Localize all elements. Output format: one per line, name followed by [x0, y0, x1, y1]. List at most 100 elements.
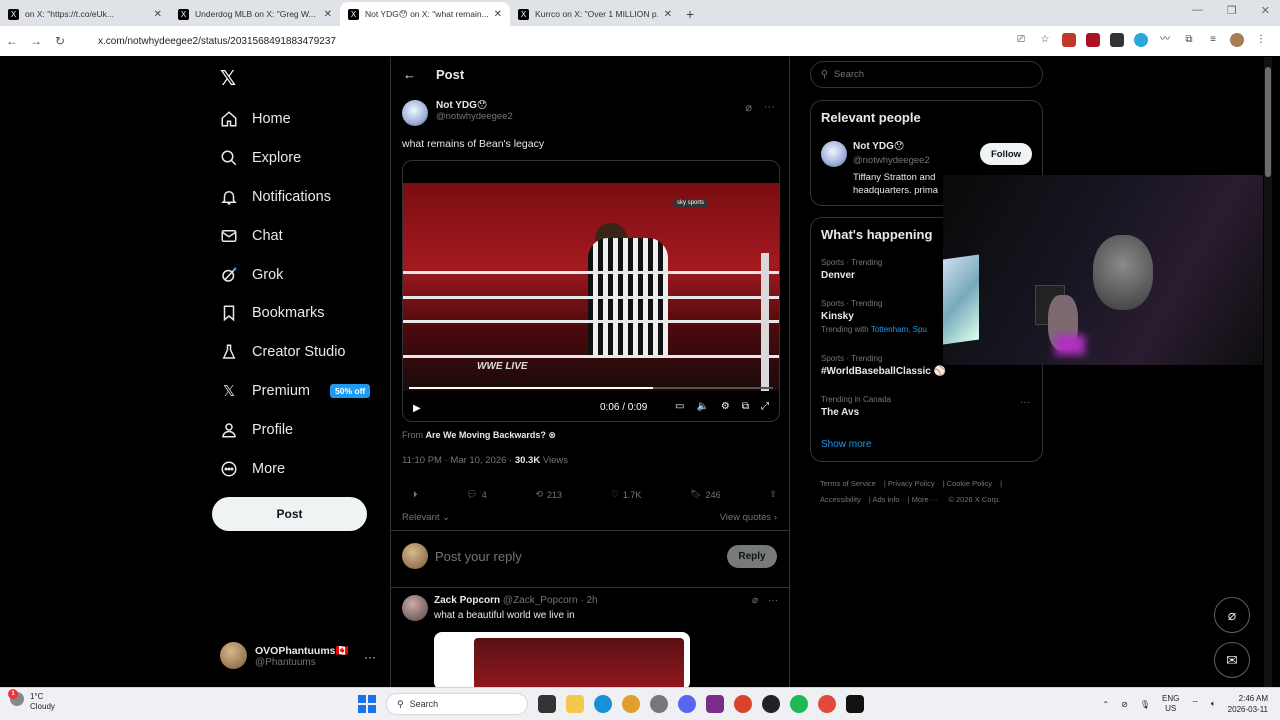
repost-button[interactable]: ⟲ 213	[536, 489, 563, 500]
clock[interactable]: 2:46 AM 2026-03-11	[1228, 693, 1268, 715]
extension-dark-icon[interactable]	[1086, 33, 1100, 47]
extension-wave-icon[interactable]: 〰	[1158, 33, 1172, 47]
video-progress-bar[interactable]	[409, 387, 773, 389]
sidebar-item-premium[interactable]: 𝕏 Premium 50% off	[220, 372, 371, 411]
close-tab-icon[interactable]: ✕	[154, 9, 162, 20]
close-window-icon[interactable]: ✕	[1261, 4, 1270, 17]
new-tab-button[interactable]: +	[686, 2, 694, 26]
taskbar-search[interactable]: ⚲ Search	[386, 693, 528, 715]
video-player[interactable]: WWE LIVE sky sports ▶ 0:06 / 0:09 ▭ 🔈 ⚙ …	[402, 160, 780, 422]
obs-icon[interactable]	[762, 695, 780, 713]
wifi-icon[interactable]: ⌔	[1191, 699, 1199, 709]
play-button[interactable]: ⏵	[413, 489, 418, 500]
author-handle[interactable]: @notwhydeegee2	[436, 111, 513, 122]
sidebar-item-explore[interactable]: Explore	[220, 139, 370, 178]
follow-button[interactable]: Follow	[980, 143, 1032, 165]
task-view-icon[interactable]	[538, 695, 556, 713]
trend-item[interactable]: Trending in Canada The Avs ···	[821, 395, 1036, 418]
app-red-icon[interactable]	[734, 695, 752, 713]
reply-media[interactable]	[434, 632, 690, 690]
account-switcher[interactable]: OVOPhantuums🇨🇦 @Phantuums ···	[220, 642, 380, 669]
more-dots-icon[interactable]: ···	[1020, 397, 1030, 408]
mic-icon[interactable]: 🎙︎	[1140, 700, 1150, 709]
weather-widget[interactable]: 1 1°C Cloudy	[8, 689, 55, 712]
app-gear-icon[interactable]	[622, 695, 640, 713]
sidebar-item-more[interactable]: More	[220, 449, 370, 488]
network-icon[interactable]: ⊘	[1121, 700, 1128, 709]
avatar[interactable]	[402, 595, 428, 621]
x-logo-icon[interactable]: 𝕏	[220, 66, 236, 91]
reply-button[interactable]: 💬︎ 4	[466, 489, 486, 500]
volume-icon[interactable]: 🔈	[696, 401, 708, 412]
restore-icon[interactable]: ❐	[1227, 4, 1237, 17]
sidebar-item-home[interactable]: Home	[220, 100, 370, 139]
file-explorer-icon[interactable]	[566, 695, 584, 713]
reply-input[interactable]: Post your reply	[435, 549, 522, 564]
browser-tab-3-active[interactable]: X Not YDG😯 on X: "what remain... ✕	[340, 2, 510, 26]
chevron-up-icon[interactable]: ⌃	[1102, 700, 1109, 709]
close-tab-icon[interactable]: ✕	[664, 9, 672, 20]
show-more-link[interactable]: Show more	[821, 439, 872, 450]
play-icon[interactable]: ▶	[413, 403, 421, 414]
pip-icon[interactable]: ⧉	[742, 401, 749, 412]
url-field[interactable]: x.com/notwhydeegee2/status/2031568491883…	[78, 31, 1038, 51]
person-name[interactable]: Not YDG😯	[853, 141, 904, 152]
discord-icon[interactable]	[678, 695, 696, 713]
search-input[interactable]: ⚲ Search	[810, 61, 1043, 88]
close-tab-icon[interactable]: ✕	[324, 9, 332, 20]
settings-icon[interactable]: ⚙	[721, 401, 730, 412]
avatar[interactable]	[821, 141, 847, 167]
minimize-icon[interactable]: —	[1192, 4, 1203, 17]
edge-icon[interactable]	[594, 695, 612, 713]
windows-start-icon[interactable]	[358, 695, 376, 713]
extension-box-icon[interactable]	[1110, 33, 1124, 47]
star-icon[interactable]: ☆	[1038, 33, 1052, 47]
language-indicator[interactable]: ENG US	[1162, 694, 1179, 714]
puzzle-icon[interactable]: ⧉	[1182, 33, 1196, 47]
browser-tab-2[interactable]: X Underdog MLB on X: "Greg W... ✕	[170, 2, 340, 26]
close-tab-icon[interactable]: ✕	[494, 9, 502, 20]
share-button[interactable]: ⇪	[769, 489, 777, 500]
forward-icon[interactable]: →	[24, 34, 48, 48]
menu-icon[interactable]: ⋮	[1254, 33, 1268, 47]
grok-icon[interactable]: ⌀	[752, 595, 758, 606]
media-icon[interactable]: ≡	[1206, 33, 1220, 47]
grok-icon[interactable]: ⌀	[745, 101, 752, 114]
post-button[interactable]: Post	[212, 497, 367, 531]
sidebar-item-profile[interactable]: Profile	[220, 410, 370, 449]
messages-floating-button[interactable]: ✉	[1214, 642, 1250, 678]
browser-tab-4[interactable]: X Kurrco on X: "Over 1 MILLION p... ✕	[510, 2, 680, 26]
speaker-icon[interactable]: 🔈︎	[1211, 699, 1216, 709]
reload-icon[interactable]: ↻	[48, 34, 72, 48]
bookmark-button[interactable]: 🔖︎ 246	[690, 489, 720, 500]
cast-icon[interactable]: ⎚	[1014, 33, 1028, 47]
sidebar-item-creator-studio[interactable]: Creator Studio	[220, 333, 370, 372]
extension-blue-icon[interactable]	[1134, 33, 1148, 47]
more-dots-icon[interactable]: ···	[764, 101, 775, 114]
browser-tab-1[interactable]: X on X: "https://t.co/eUk... ✕	[0, 2, 170, 26]
nzxt-icon[interactable]	[706, 695, 724, 713]
sidebar-item-notifications[interactable]: Notifications	[220, 178, 370, 217]
author-name[interactable]: Not YDG😯	[436, 100, 513, 111]
page-scrollbar[interactable]	[1264, 57, 1272, 687]
more-dots-icon[interactable]: ···	[364, 650, 376, 664]
view-quotes-link[interactable]: View quotes ›	[720, 512, 777, 523]
fullscreen-icon[interactable]: ⤢	[761, 401, 769, 412]
sidebar-item-grok[interactable]: Grok	[220, 255, 370, 294]
more-dots-icon[interactable]: ···	[768, 595, 778, 606]
profile-avatar-icon[interactable]	[1230, 33, 1244, 47]
video-frame[interactable]: WWE LIVE sky sports	[403, 183, 779, 391]
tiktok-icon[interactable]	[846, 695, 864, 713]
chrome-icon[interactable]	[818, 695, 836, 713]
avatar[interactable]	[402, 100, 428, 126]
settings-icon[interactable]	[650, 695, 668, 713]
extension-red-icon[interactable]	[1062, 33, 1076, 47]
sort-replies-dropdown[interactable]: Relevant ⌄	[402, 512, 450, 523]
sidebar-item-chat[interactable]: Chat	[220, 216, 370, 255]
sidebar-item-bookmarks[interactable]: Bookmarks	[220, 294, 370, 333]
scrollbar-thumb[interactable]	[1265, 67, 1271, 177]
back-icon[interactable]: ←	[0, 34, 24, 48]
like-button[interactable]: ♡ 1.7K	[611, 489, 642, 500]
source-link[interactable]: Are We Moving Backwards? ⊗	[426, 430, 556, 440]
reply-button[interactable]: Reply	[727, 545, 777, 568]
